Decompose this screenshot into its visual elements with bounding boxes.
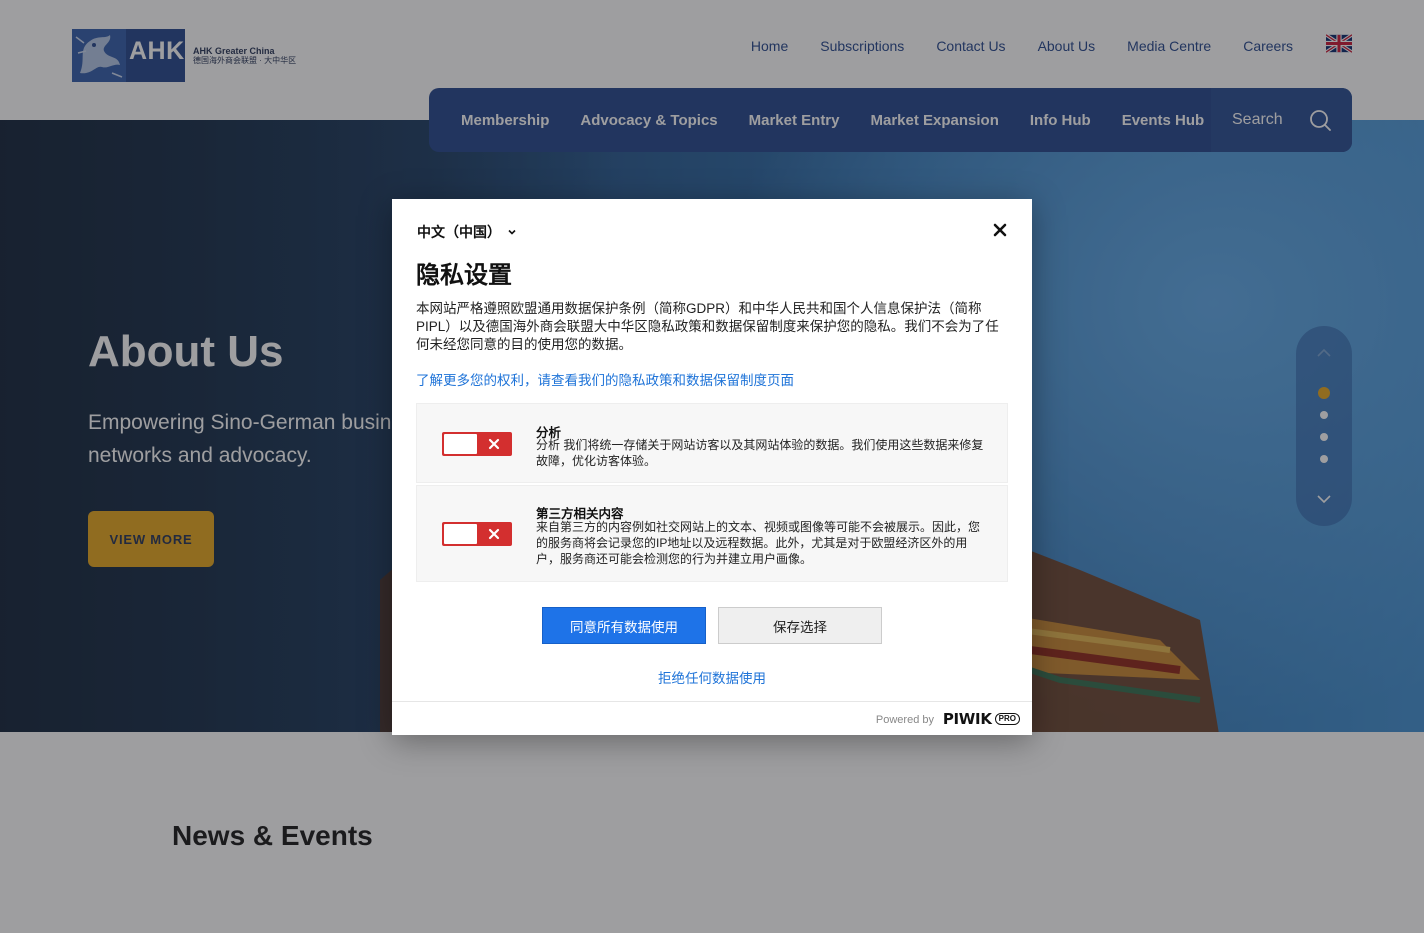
close-icon[interactable] — [992, 222, 1008, 238]
toggle-knob — [444, 434, 477, 454]
privacy-policy-link[interactable]: 了解更多您的权利，请查看我们的隐私政策和数据保留制度页面 — [416, 369, 794, 389]
save-choices-button[interactable]: 保存选择 — [718, 607, 882, 644]
language-label: 中文（中国） — [417, 224, 501, 240]
privacy-settings-modal: 中文（中国） 隐私设置 本网站严格遵照欧盟通用数据保护条例（简称GDPR）和中华… — [392, 199, 1032, 735]
reject-all-link[interactable]: 拒绝任何数据使用 — [392, 667, 1032, 687]
toggle-knob — [444, 524, 477, 544]
modal-footer: Powered by PIWIK PRO — [392, 701, 1032, 735]
language-select[interactable]: 中文（中国） — [417, 222, 517, 242]
pro-badge: PRO — [994, 713, 1020, 725]
option-text: 来自第三方的内容例如社交网站上的文本、视频或图像等可能不会被展示。因此，您的服务… — [536, 520, 981, 566]
option-text: 分析 我们将统一存储关于网站访客以及其网站体验的数据。我们使用这些数据来修复故障… — [536, 438, 984, 468]
powered-by-label: Powered by — [875, 714, 934, 726]
consent-option-analytics: 分析 分析 我们将统一存储关于网站访客以及其网站体验的数据。我们使用这些数据来修… — [416, 403, 1008, 483]
accept-all-button[interactable]: 同意所有数据使用 — [542, 607, 706, 644]
analytics-toggle[interactable] — [442, 432, 512, 456]
third-party-toggle[interactable] — [442, 522, 512, 546]
modal-title: 隐私设置 — [416, 262, 512, 289]
piwik-wordmark: PIWIK — [942, 710, 992, 728]
consent-option-third-party: 第三方相关内容 来自第三方的内容例如社交网站上的文本、视频或图像等可能不会被展示… — [416, 485, 1008, 582]
close-icon — [488, 528, 500, 540]
modal-description: 本网站严格遵照欧盟通用数据保护条例（简称GDPR）和中华人民共和国个人信息保护法… — [416, 301, 999, 352]
close-icon — [488, 438, 500, 450]
piwik-pro-logo[interactable]: PIWIK PRO — [943, 710, 1020, 728]
chevron-down-icon — [508, 229, 516, 235]
